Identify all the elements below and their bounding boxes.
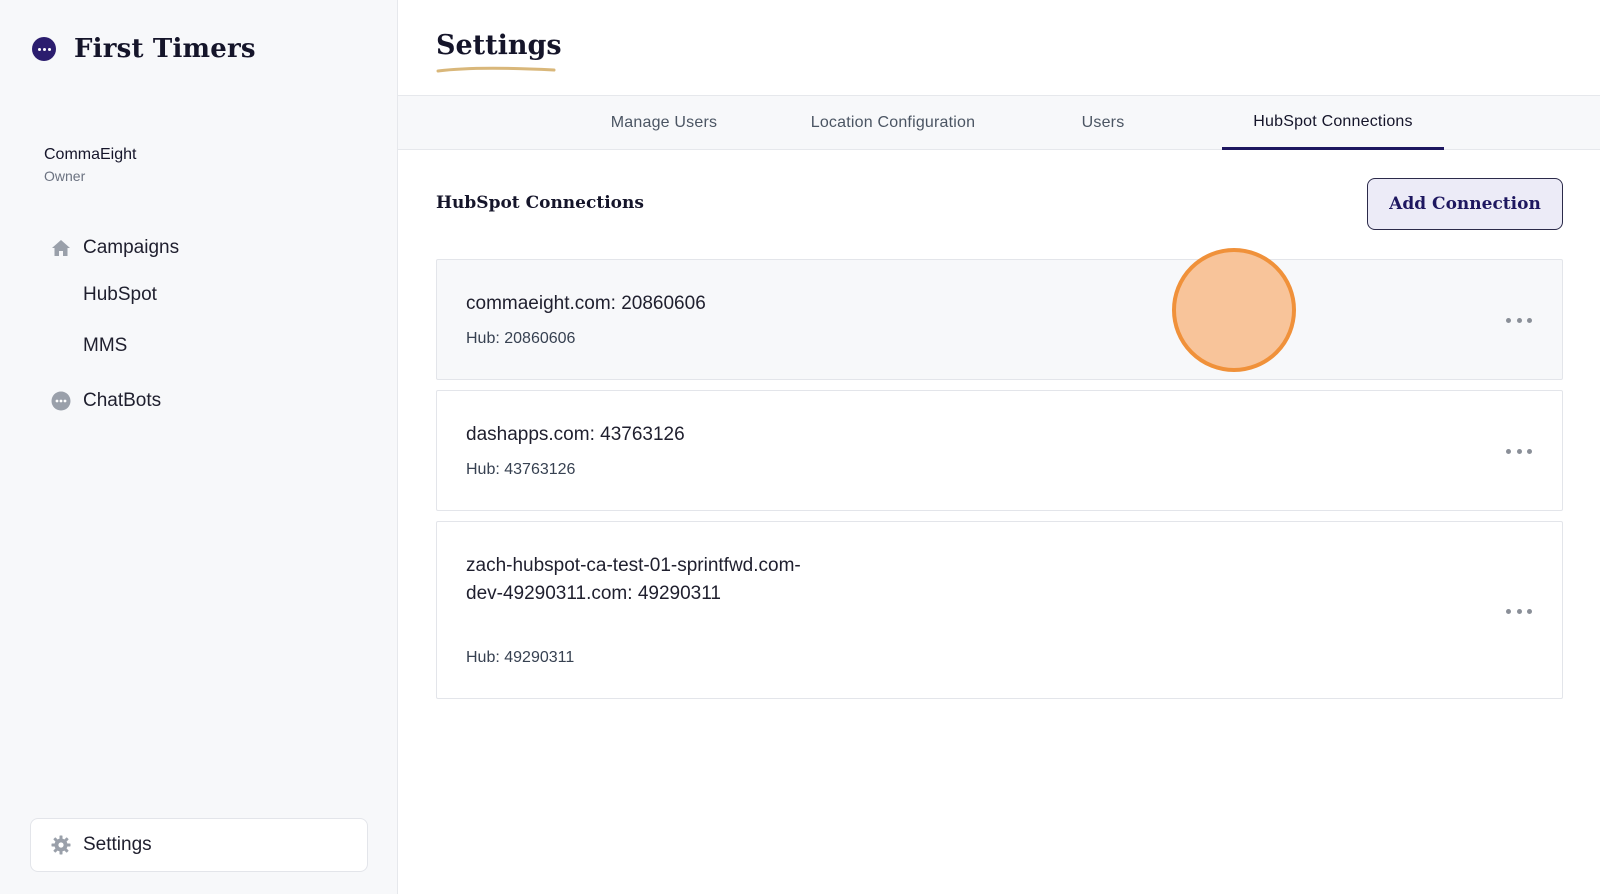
section-title: HubSpot Connections (436, 193, 644, 213)
connection-hub: Hub: 20860606 (466, 330, 576, 347)
sidebar-item-label: ChatBots (83, 390, 162, 411)
brand-name: First Timers (74, 34, 256, 64)
sidebar-item-hubspot[interactable]: HubSpot (83, 284, 157, 306)
connection-card[interactable]: dashapps.com: 43763126 Hub: 43763126 (436, 390, 1563, 511)
account-role: Owner (44, 168, 86, 184)
gear-icon (51, 835, 71, 855)
sidebar-item-campaigns[interactable]: Campaigns (51, 237, 179, 259)
chat-dots-icon (51, 391, 71, 411)
connection-hub: Hub: 49290311 (466, 649, 575, 666)
tab-hubspot-connections[interactable]: HubSpot Connections (1222, 96, 1444, 150)
sidebar-item-label: Campaigns (83, 237, 180, 258)
click-indicator (1172, 248, 1296, 372)
chat-bubble-dots-icon (32, 37, 56, 61)
brand[interactable]: First Timers (32, 34, 256, 64)
tab-users[interactable]: Users (1058, 96, 1148, 150)
settings-button[interactable]: Settings (30, 818, 368, 872)
more-options-icon[interactable] (1506, 316, 1532, 324)
sidebar-item-chatbots[interactable]: ChatBots (51, 390, 161, 412)
sidebar: First Timers CommaEight Owner Campaigns … (0, 0, 398, 894)
add-connection-button[interactable]: Add Connection (1367, 178, 1563, 230)
connection-name: dashapps.com: 43763126 (466, 424, 685, 445)
more-options-icon[interactable] (1506, 447, 1532, 455)
connection-hub: Hub: 43763126 (466, 461, 576, 478)
connection-name: zach-hubspot-ca-test-01-sprintfwd.com-de… (466, 555, 801, 604)
account-name: CommaEight (44, 146, 137, 163)
sidebar-item-mms[interactable]: MMS (83, 335, 127, 357)
more-options-icon[interactable] (1506, 607, 1532, 615)
home-icon (51, 238, 71, 258)
tab-manage-users[interactable]: Manage Users (584, 96, 744, 150)
page-title: Settings (436, 30, 562, 61)
connection-card[interactable]: commaeight.com: 20860606 Hub: 20860606 (436, 259, 1563, 380)
settings-tabs: Manage Users Location Configuration User… (398, 95, 1600, 150)
title-underline (436, 66, 556, 73)
tab-location-configuration[interactable]: Location Configuration (773, 96, 1013, 150)
settings-label: Settings (83, 834, 152, 855)
connection-name: commaeight.com: 20860606 (466, 293, 706, 314)
account-info: CommaEight Owner (44, 146, 136, 184)
connection-card[interactable]: zach-hubspot-ca-test-01-sprintfwd.com-de… (436, 521, 1563, 699)
